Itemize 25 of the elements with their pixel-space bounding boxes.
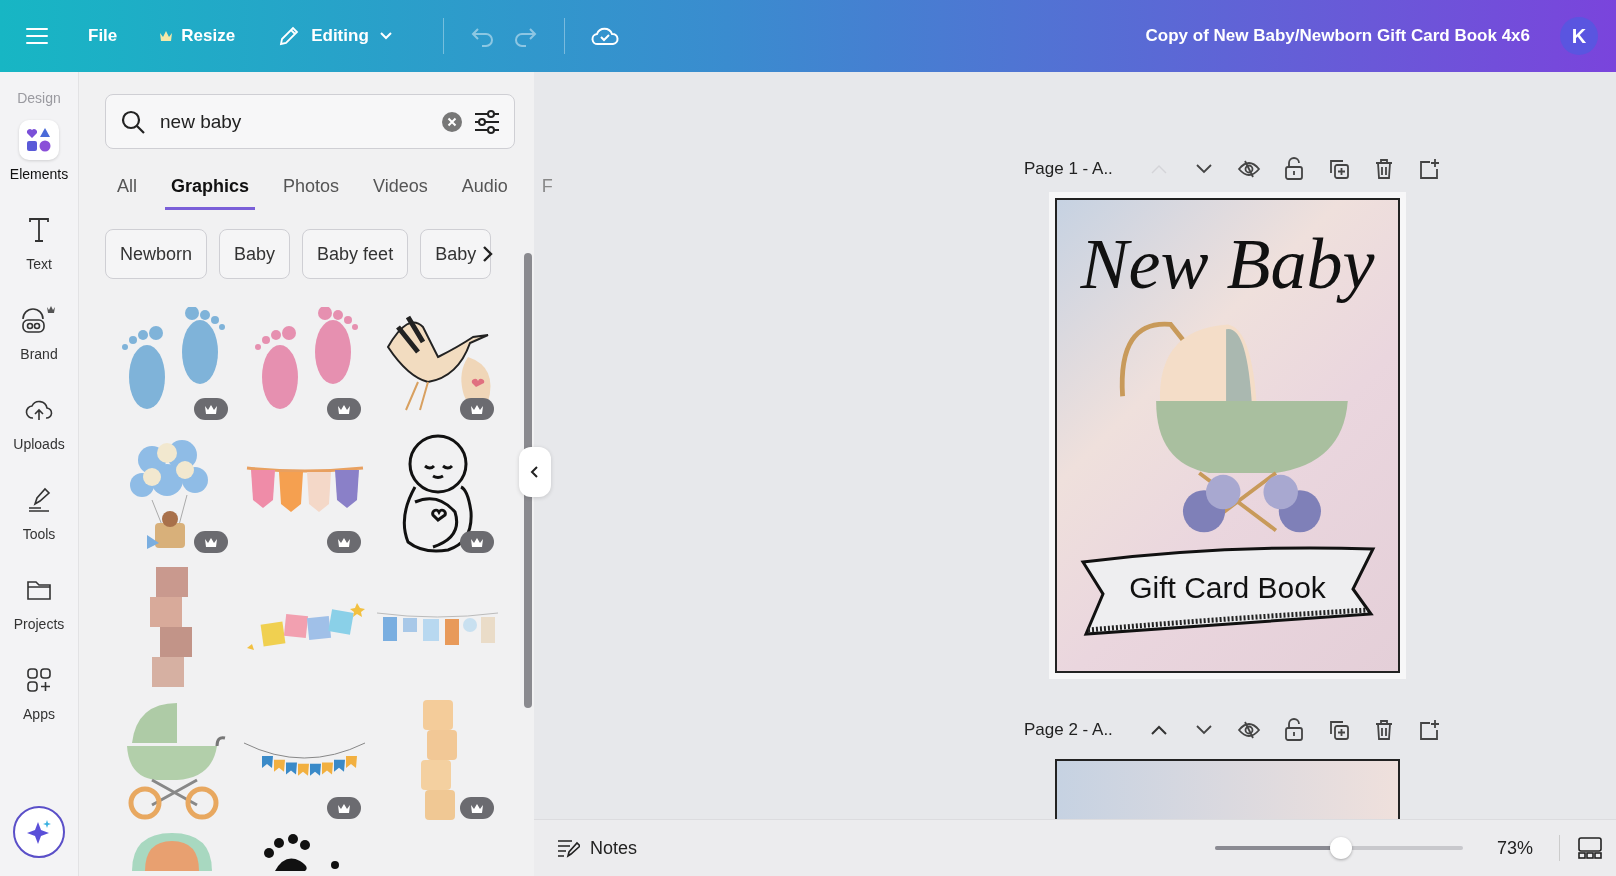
rail-item[interactable]: Elements: [0, 120, 78, 210]
rail-item[interactable]: Brand: [0, 300, 78, 390]
rail-item[interactable]: Uploads: [0, 390, 78, 480]
notes-button[interactable]: Notes: [556, 828, 638, 868]
suggestion-chip[interactable]: Baby: [420, 229, 492, 279]
user-avatar[interactable]: K: [1560, 17, 1598, 55]
rail-item[interactable]: Text: [0, 210, 78, 300]
rail-item[interactable]: Apps: [0, 660, 78, 750]
search-field[interactable]: new baby: [158, 109, 430, 134]
suggestion-chip[interactable]: Baby feet: [302, 229, 409, 279]
category-tab[interactable]: Audio: [455, 162, 514, 210]
search-bar[interactable]: new baby: [105, 94, 515, 149]
suggestion-chip[interactable]: Baby: [219, 229, 291, 279]
page-title[interactable]: Page 1 - A..: [1024, 159, 1136, 179]
suggestion-chip[interactable]: Newborn: [105, 229, 208, 279]
document-title[interactable]: Copy of New Baby/Newborn Gift Card Book 4x6: [1145, 26, 1530, 46]
rail-heading: Design: [17, 90, 61, 106]
category-tab[interactable]: Videos: [367, 162, 434, 210]
category-tab[interactable]: Photos: [277, 162, 346, 210]
rail-item[interactable]: Projects: [0, 570, 78, 660]
page-title[interactable]: Page 2 - A..: [1024, 720, 1136, 740]
category-tab[interactable]: All: [111, 162, 143, 210]
zoom-percentage[interactable]: 73%: [1496, 837, 1533, 859]
rail-item[interactable]: Tools: [0, 480, 78, 570]
category-tab[interactable]: Graphics: [165, 162, 256, 210]
